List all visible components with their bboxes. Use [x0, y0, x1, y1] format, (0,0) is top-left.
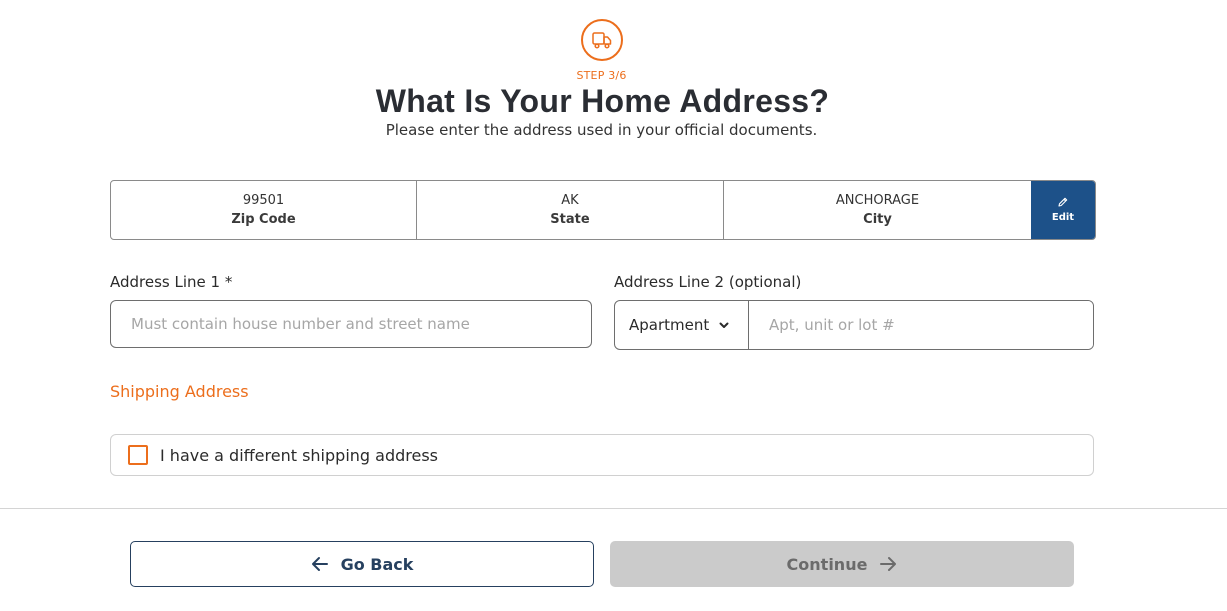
delivery-truck-icon	[581, 19, 623, 61]
address-line-1-label: Address Line 1 *	[110, 273, 233, 291]
step-indicator: STEP 3/6	[576, 69, 627, 82]
go-back-label: Go Back	[340, 554, 414, 574]
address-line-1-input[interactable]	[110, 300, 592, 348]
zip-code-summary: 99501 Zip Code	[111, 181, 417, 239]
location-summary: 99501 Zip Code AK State ANCHORAGE City E…	[110, 180, 1096, 240]
city-summary: ANCHORAGE City	[724, 181, 1031, 239]
shipping-address-heading: Shipping Address	[110, 382, 249, 401]
page-title: What Is Your Home Address?	[375, 83, 830, 119]
address-line-2-label: Address Line 2 (optional)	[614, 273, 802, 291]
zip-code-label: Zip Code	[231, 212, 296, 227]
address-line-2-input[interactable]	[749, 301, 1093, 349]
edit-location-button[interactable]: Edit	[1031, 181, 1095, 239]
state-summary: AK State	[417, 181, 724, 239]
different-shipping-label: I have a different shipping address	[160, 445, 438, 465]
state-label: State	[550, 212, 590, 227]
different-shipping-checkbox[interactable]	[128, 445, 148, 465]
different-shipping-address-option[interactable]: I have a different shipping address	[110, 434, 1094, 476]
unit-type-value: Apartment	[629, 316, 710, 334]
footer-divider	[0, 508, 1227, 509]
address-line-2-group: Apartment	[614, 300, 1094, 350]
continue-button[interactable]: Continue	[610, 541, 1074, 587]
continue-label: Continue	[786, 554, 868, 574]
page-subtitle: Please enter the address used in your of…	[385, 121, 818, 139]
zip-code-value: 99501	[242, 193, 285, 208]
edit-label: Edit	[1051, 212, 1075, 223]
go-back-button[interactable]: Go Back	[130, 541, 594, 587]
arrow-right-icon	[880, 557, 897, 571]
pencil-icon	[1058, 197, 1068, 207]
city-label: City	[863, 212, 892, 227]
state-value: AK	[561, 193, 579, 208]
arrow-left-icon	[311, 557, 328, 571]
unit-type-select[interactable]: Apartment	[615, 301, 749, 349]
chevron-down-icon	[719, 322, 729, 328]
city-value: ANCHORAGE	[835, 193, 920, 208]
